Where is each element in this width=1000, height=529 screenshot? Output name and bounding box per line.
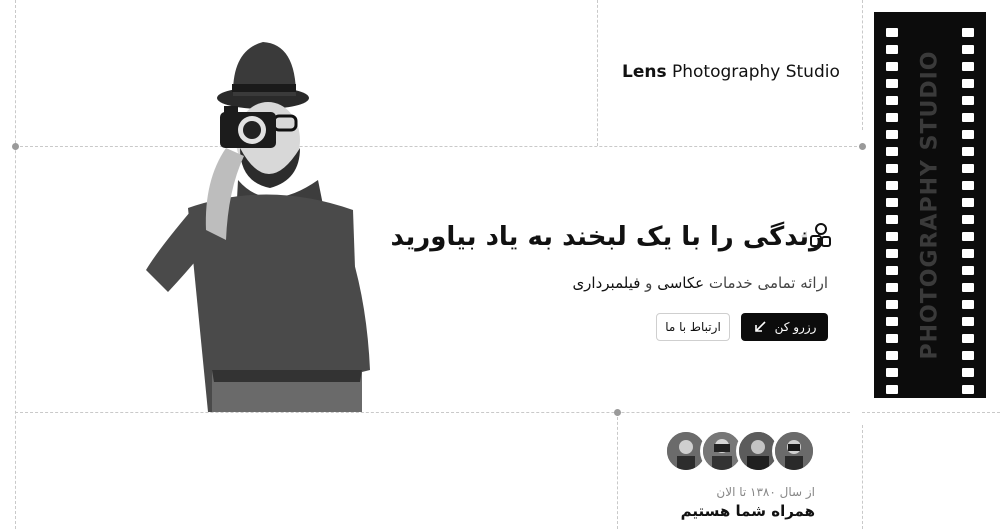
film-perforation [962,45,974,54]
grid-line [862,412,1000,413]
together-text: همراه شما هستیم [680,502,815,520]
book-button[interactable]: رزرو کن [741,313,828,341]
film-perforation [962,351,974,360]
film-perforation [962,28,974,37]
grid-line [597,0,598,146]
hero-subtitle-and: و [640,274,658,292]
film-perforation [886,385,898,394]
grid-line [617,412,618,529]
hero-subtitle-photography: عکاسی [657,274,705,292]
filmstrip-text: PHOTOGRAPHY STUDIO [917,50,943,360]
arrow-down-left-icon [754,321,766,332]
avatar-photographer-icon [775,432,813,470]
film-perforation [886,266,898,275]
film-perforation [962,96,974,105]
film-perforation [886,147,898,156]
film-perforation [962,113,974,122]
film-perforation [886,334,898,343]
film-perforation [886,215,898,224]
film-perforation [962,79,974,88]
film-perforation [886,368,898,377]
film-perforation [962,334,974,343]
film-perforation [886,96,898,105]
film-perforation [962,317,974,326]
film-perforation [962,300,974,309]
hero-subtitle: ارائه تمامی خدمات عکاسی و فیلمبرداری [572,274,828,292]
film-perforation [962,266,974,275]
filmstrip-logo: PHOTOGRAPHY STUDIO [874,12,986,398]
hero-subtitle-prefix: ارائه تمامی خدمات [704,274,828,292]
since-text: از سال ۱۳۸۰ تا الان [716,485,815,499]
brand-title-bold: Lens [622,62,667,82]
grid-line [862,0,863,130]
film-perforation [886,249,898,258]
grid-node [12,143,19,150]
film-perforation [962,130,974,139]
film-perforation [962,62,974,71]
film-perforation [962,181,974,190]
film-perforation [962,164,974,173]
film-perforation [886,62,898,71]
film-perforation [962,198,974,207]
film-perforation [886,164,898,173]
film-perforation [962,249,974,258]
film-perforation [962,215,974,224]
brand-title[interactable]: Lens Photography Studio [622,62,840,82]
film-perforation [886,317,898,326]
hero-subtitle-videography: فیلمبرداری [572,274,641,292]
film-perforation [886,113,898,122]
photographer-image [146,42,370,412]
book-button-label: رزرو کن [774,320,817,334]
hero-headline: زندگی را با یک لبخند به یاد بیاورید [390,222,824,252]
grid-line [862,425,863,529]
contact-button-label: ارتباط با ما [665,320,721,334]
film-perforation [886,28,898,37]
film-perforation [886,130,898,139]
film-perforation [962,385,974,394]
grid-node [614,409,621,416]
film-perforation [886,351,898,360]
grid-node [859,143,866,150]
film-perforation [886,79,898,88]
film-perforation [962,283,974,292]
contact-button[interactable]: ارتباط با ما [656,313,730,341]
film-perforation [962,147,974,156]
film-perforation [886,300,898,309]
film-perforation [962,368,974,377]
film-perforation [886,232,898,241]
grid-line [15,0,16,529]
avatar[interactable] [772,429,816,473]
grid-line [15,412,850,413]
film-perforation [886,198,898,207]
brand-title-rest: Photography Studio [666,62,840,82]
film-perforation [886,283,898,292]
film-perforation [886,181,898,190]
film-perforation [886,45,898,54]
film-perforation [962,232,974,241]
